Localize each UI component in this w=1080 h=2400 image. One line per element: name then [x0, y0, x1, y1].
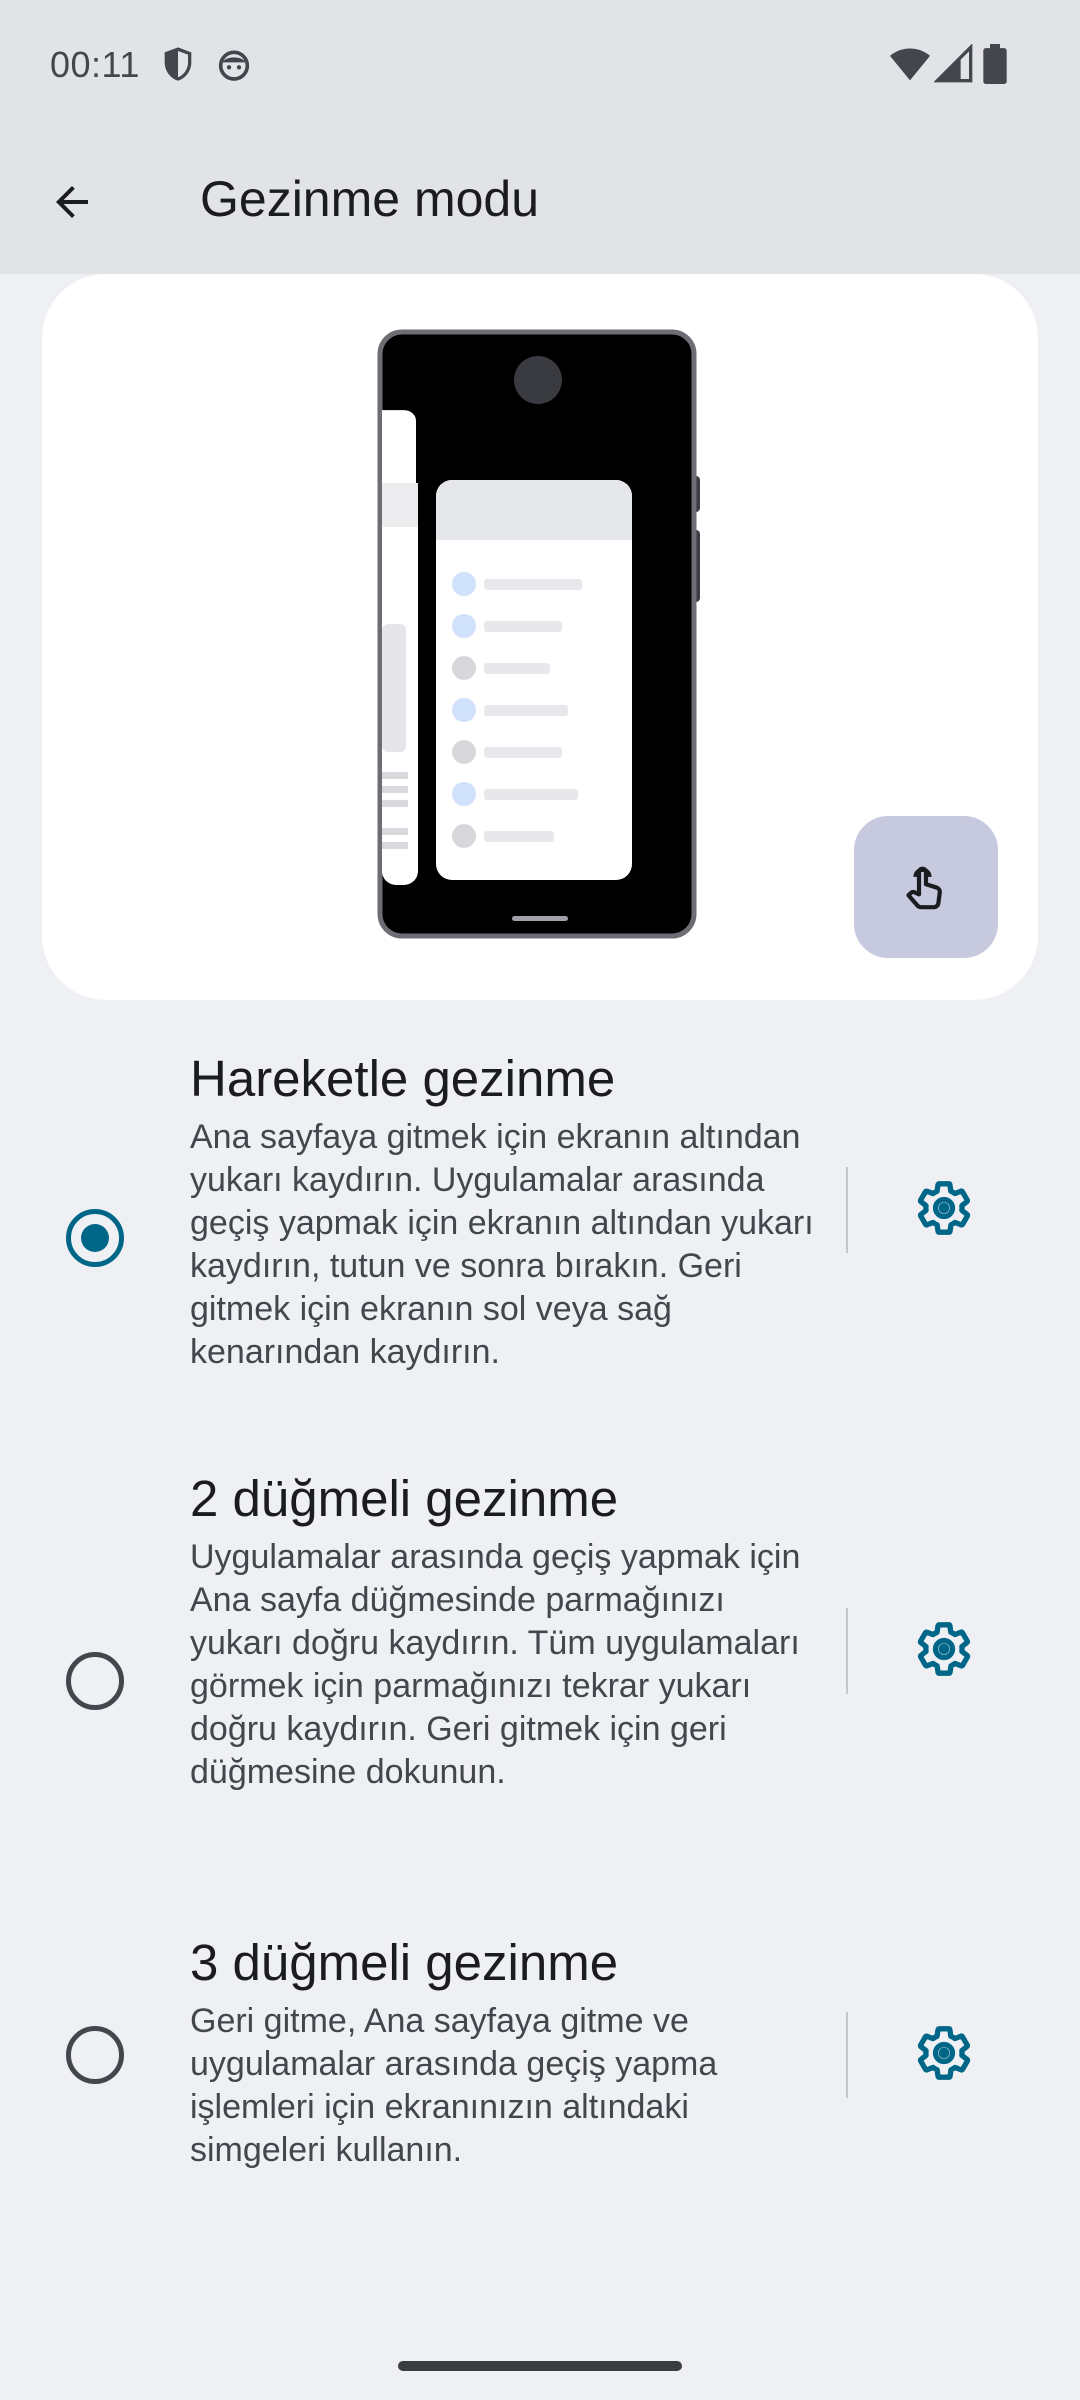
battery-icon [980, 44, 1010, 84]
wifi-icon [888, 44, 932, 84]
face-icon [214, 44, 254, 84]
gear-icon [915, 1179, 973, 1242]
option-two-button-navigation[interactable]: 2 düğmeli gezinme Uygulamalar arasında g… [0, 1460, 1080, 1860]
divider [846, 1167, 848, 1253]
radio-two-button-navigation[interactable] [66, 1652, 124, 1710]
status-time: 00:11 [50, 44, 140, 85]
illustration-card [42, 274, 1038, 1000]
top-area: 00:11 Gezinme modu [0, 0, 1080, 274]
radio-selected-dot [81, 1224, 109, 1252]
option-description: Geri gitme, Ana sayfaya gitme ve uygulam… [190, 2002, 718, 2169]
three-button-settings-button[interactable] [900, 2011, 988, 2099]
option-title: 3 düğmeli gezinme [190, 1934, 619, 1991]
option-title: 2 düğmeli gezinme [190, 1470, 619, 1527]
arrow-back-icon [48, 178, 96, 231]
phone-illustration [377, 329, 700, 939]
option-description: Ana sayfaya gitmek için ekranın altından… [190, 1118, 814, 1371]
option-text: 2 düğmeli gezinme Uygulamalar arasında g… [190, 1468, 820, 1794]
gear-icon [915, 1620, 973, 1683]
divider [846, 1608, 848, 1694]
status-bar: 00:11 [0, 0, 1080, 130]
radio-gesture-navigation[interactable] [66, 1209, 124, 1267]
option-text: 3 düğmeli gezinme Geri gitme, Ana sayfay… [190, 1932, 820, 2172]
touch-hand-icon [898, 857, 954, 918]
gesture-nav-handle[interactable] [398, 2361, 682, 2371]
divider [846, 2012, 848, 2098]
option-title: Hareketle gezinme [190, 1050, 616, 1107]
option-description: Uygulamalar arasında geçiş yapmak için A… [190, 1538, 801, 1791]
page-title: Gezinme modu [200, 171, 540, 227]
back-button[interactable] [30, 162, 114, 246]
option-gesture-navigation[interactable]: Hareketle gezinme Ana sayfaya gitmek içi… [0, 1040, 1080, 1400]
app-bar: Gezinme modu [0, 130, 1080, 274]
shield-icon [158, 44, 198, 84]
gesture-demo-button[interactable] [854, 816, 998, 958]
two-button-settings-button[interactable] [900, 1607, 988, 1695]
option-three-button-navigation[interactable]: 3 düğmeli gezinme Geri gitme, Ana sayfay… [0, 1924, 1080, 2184]
radio-three-button-navigation[interactable] [66, 2026, 124, 2084]
gesture-settings-button[interactable] [900, 1166, 988, 1254]
gear-icon [915, 2024, 973, 2087]
option-text: Hareketle gezinme Ana sayfaya gitmek içi… [190, 1048, 820, 1374]
signal-icon [933, 43, 974, 84]
